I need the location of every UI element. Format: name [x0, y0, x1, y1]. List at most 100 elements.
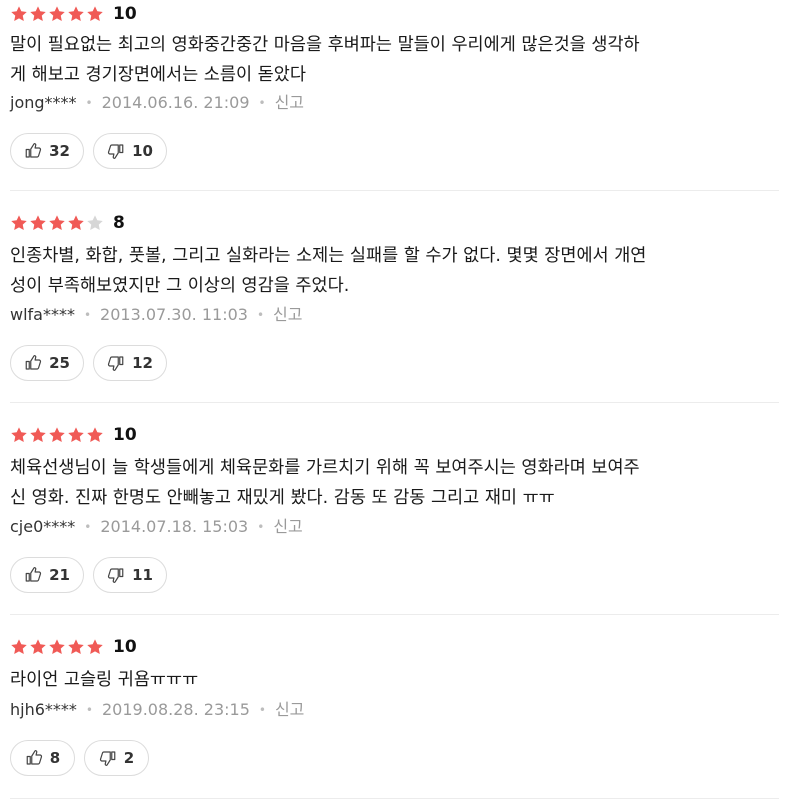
- rating-score: 8: [113, 213, 125, 233]
- divider: [10, 798, 779, 799]
- like-count: 32: [49, 142, 70, 160]
- rating-row: 10: [10, 635, 137, 659]
- dislike-button[interactable]: 12: [93, 345, 167, 381]
- thumbs-up-icon: [24, 354, 42, 372]
- like-count: 8: [49, 749, 61, 767]
- separator-dot: •: [83, 308, 92, 322]
- review-date: 2013.07.30. 11:03: [100, 305, 248, 324]
- separator-dot: •: [85, 96, 93, 110]
- thumbs-down-icon: [99, 749, 117, 767]
- star-icon: [49, 639, 65, 654]
- star-icon: [68, 639, 84, 654]
- thumbs-down-icon: [107, 142, 125, 160]
- report-link[interactable]: 신고: [275, 699, 304, 721]
- rating-score: 10: [113, 4, 137, 24]
- star-icon: [11, 639, 27, 654]
- star-icon: [11, 6, 27, 21]
- like-button[interactable]: 32: [10, 133, 84, 169]
- vote-buttons: 25 12: [10, 345, 167, 381]
- review-text-line: 말이 필요없는 최고의 영화중간중간 마음을 후벼파는 말들이 우리에게 많은것…: [10, 35, 640, 55]
- review-item: 8 인종차별, 화합, 풋볼, 그리고 실화라는 소제는 실패를 할 수가 없다…: [0, 191, 779, 403]
- star-icon: [11, 427, 27, 442]
- username: hjh6****: [10, 700, 77, 719]
- star-icon: [30, 6, 46, 21]
- dislike-button[interactable]: 10: [93, 133, 167, 169]
- dislike-count: 11: [132, 566, 153, 584]
- review-text-line: 인종차별, 화합, 풋볼, 그리고 실화라는 소제는 실패를 할 수가 없다. …: [10, 246, 647, 266]
- star-icon: [87, 215, 103, 230]
- star-icon: [30, 215, 46, 230]
- review-item: 10 체육선생님이 늘 학생들에게 체육문화를 가르치기 위해 꼭 보여주시는 …: [0, 403, 779, 615]
- separator-dot: •: [84, 520, 92, 534]
- vote-buttons: 8 2: [10, 740, 149, 776]
- star-icon: [11, 215, 27, 230]
- thumbs-up-icon: [24, 142, 42, 160]
- star-icon: [49, 427, 65, 442]
- review-item: 10 말이 필요없는 최고의 영화중간중간 마음을 후벼파는 말들이 우리에게 …: [0, 0, 779, 191]
- star-icon: [68, 6, 84, 21]
- report-link[interactable]: 신고: [275, 92, 304, 114]
- review-text-line: 신 영화. 진짜 한명도 안빼놓고 재밌게 봤다. 감동 또 감동 그리고 재미…: [10, 488, 555, 508]
- separator-dot: •: [258, 703, 266, 717]
- star-rating: [10, 5, 104, 23]
- star-icon: [30, 639, 46, 654]
- star-icon: [87, 6, 103, 21]
- star-icon: [68, 427, 84, 442]
- rating-row: 10: [10, 423, 137, 447]
- separator-dot: •: [85, 703, 93, 717]
- star-icon: [49, 6, 65, 21]
- star-rating: [10, 426, 104, 444]
- dislike-button[interactable]: 2: [84, 740, 149, 776]
- review-date: 2014.06.16. 21:09: [101, 93, 250, 112]
- username: cje0****: [10, 517, 76, 536]
- thumbs-down-icon: [107, 566, 125, 584]
- star-icon: [87, 639, 103, 654]
- review-meta: jong**** • 2014.06.16. 21:09 • 신고: [10, 92, 304, 114]
- dislike-count: 10: [132, 142, 153, 160]
- thumbs-down-icon: [107, 354, 125, 372]
- review-text-line: 라이언 고슬링 귀욤ㅠㅠㅠ: [10, 670, 199, 690]
- rating-score: 10: [113, 637, 137, 657]
- thumbs-up-icon: [24, 566, 42, 584]
- dislike-count: 2: [123, 749, 135, 767]
- star-icon: [49, 215, 65, 230]
- star-rating: [10, 214, 104, 232]
- dislike-button[interactable]: 11: [93, 557, 167, 593]
- review-meta: hjh6**** • 2019.08.28. 23:15 • 신고: [10, 699, 304, 721]
- like-button[interactable]: 21: [10, 557, 84, 593]
- like-button[interactable]: 8: [10, 740, 75, 776]
- username: jong****: [10, 93, 77, 112]
- star-rating: [10, 638, 104, 656]
- report-link[interactable]: 신고: [273, 304, 302, 326]
- rating-row: 10: [10, 2, 137, 26]
- separator-dot: •: [256, 308, 265, 322]
- review-meta: cje0**** • 2014.07.18. 15:03 • 신고: [10, 516, 303, 538]
- separator-dot: •: [257, 520, 265, 534]
- like-button[interactable]: 25: [10, 345, 84, 381]
- like-count: 25: [49, 354, 70, 372]
- vote-buttons: 32 10: [10, 133, 167, 169]
- review-text: 말이 필요없는 최고의 영화중간중간 마음을 후벼파는 말들이 우리에게 많은것…: [10, 30, 782, 90]
- review-item: 10 라이언 고슬링 귀욤ㅠㅠㅠ hjh6**** • 2019.08.28. …: [0, 615, 779, 799]
- dislike-count: 12: [132, 354, 153, 372]
- star-icon: [68, 215, 84, 230]
- review-text-line: 체육선생님이 늘 학생들에게 체육문화를 가르치기 위해 꼭 보여주시는 영화라…: [10, 458, 640, 478]
- rating-score: 10: [113, 425, 137, 445]
- username: wlfa****: [10, 305, 75, 324]
- review-text-line: 게 해보고 경기장면에서는 소름이 돋았다: [10, 65, 306, 85]
- review-text: 라이언 고슬링 귀욤ㅠㅠㅠ: [10, 665, 782, 695]
- report-link[interactable]: 신고: [273, 516, 302, 538]
- separator-dot: •: [258, 96, 266, 110]
- rating-row: 8: [10, 211, 125, 235]
- star-icon: [30, 427, 46, 442]
- review-text: 체육선생님이 늘 학생들에게 체육문화를 가르치기 위해 꼭 보여주시는 영화라…: [10, 453, 782, 513]
- review-meta: wlfa**** • 2013.07.30. 11:03 • 신고: [10, 304, 302, 326]
- thumbs-up-icon: [25, 749, 43, 767]
- review-date: 2019.08.28. 23:15: [101, 700, 250, 719]
- like-count: 21: [49, 566, 70, 584]
- vote-buttons: 21 11: [10, 557, 167, 593]
- review-text-line: 성이 부족해보였지만 그 이상의 영감을 주었다.: [10, 276, 350, 296]
- review-date: 2014.07.18. 15:03: [100, 517, 249, 536]
- star-icon: [87, 427, 103, 442]
- review-text: 인종차별, 화합, 풋볼, 그리고 실화라는 소제는 실패를 할 수가 없다. …: [10, 241, 782, 301]
